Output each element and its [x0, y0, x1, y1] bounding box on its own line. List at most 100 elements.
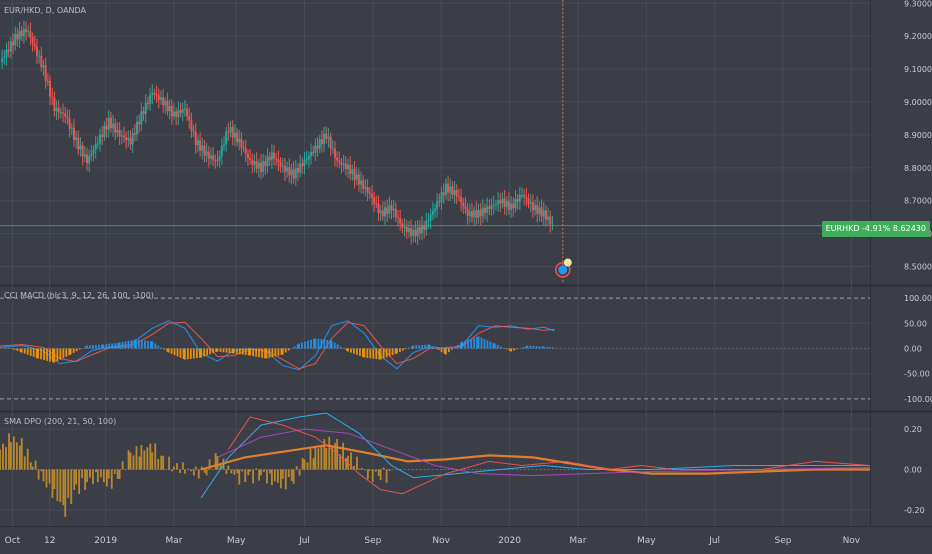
candle-body [279, 162, 282, 167]
dpo_histogram-bar [173, 466, 175, 470]
candle-body [3, 57, 6, 59]
histogram-bar [167, 348, 170, 353]
dpo_histogram-bar [86, 469, 88, 483]
candle-body [127, 138, 130, 140]
dpo_histogram-bar [9, 442, 12, 470]
dpo_histogram-bar [154, 443, 157, 470]
candle-body [462, 202, 465, 207]
dpo_histogram-bar [162, 455, 165, 470]
histogram-bar [29, 348, 32, 356]
candle-body [473, 210, 476, 218]
histogram-bar [412, 345, 415, 349]
candle-body [103, 125, 106, 137]
candle-body [349, 164, 352, 175]
histogram-bar [258, 348, 260, 358]
dpo_histogram-bar [385, 469, 388, 483]
histogram-bar [513, 348, 516, 351]
chart-root[interactable]: Oct 12 2019 Mar May Jul Sep Nov 2020 Mar May Jul Sep… [0, 0, 932, 550]
dpo_histogram-bar [121, 461, 124, 470]
candle-body [366, 187, 369, 193]
event-marker-flag [563, 258, 572, 267]
candle-body [138, 121, 141, 125]
dpo_histogram-bar [238, 469, 241, 485]
candle-body [246, 153, 249, 158]
histogram-bar [473, 337, 476, 349]
dpo_histogram-bar [81, 469, 84, 479]
histogram-bar [489, 341, 492, 349]
histogram-bar [49, 348, 51, 362]
candle-body [407, 228, 410, 232]
candle-body [521, 195, 523, 197]
dpo_histogram-bar [247, 469, 250, 476]
candle-body [512, 203, 515, 209]
dpo_histogram-bar [249, 469, 252, 472]
candle-body [536, 205, 539, 214]
candle-body [373, 197, 376, 204]
candle-body [42, 65, 45, 68]
histogram-bar [111, 343, 114, 349]
candle-body [316, 145, 319, 149]
x-tick-label: Sep [364, 536, 381, 546]
candle-body [166, 101, 169, 112]
dpo_histogram-bar [143, 450, 146, 470]
candle-body [249, 157, 252, 160]
candle-body [549, 216, 552, 224]
candle-body [370, 194, 373, 198]
histogram-bar [138, 339, 140, 349]
candle-body [438, 201, 441, 203]
histogram-bar [95, 344, 97, 349]
candle-body [327, 136, 330, 139]
candle-body [216, 159, 219, 161]
candle-body [360, 180, 363, 185]
dpo_histogram-bar [18, 445, 21, 470]
histogram-bar [206, 348, 209, 356]
dpo_histogram-bar [127, 450, 130, 470]
candle-body [83, 154, 86, 157]
candle-body [199, 140, 202, 151]
histogram-bar [135, 339, 137, 349]
candle-body [136, 121, 139, 135]
histogram-bar [102, 344, 105, 349]
candle-body [525, 196, 528, 199]
y-tick-label: 0.20 [904, 425, 922, 434]
candle-body [149, 95, 152, 104]
candle-body [218, 156, 221, 161]
dpo_histogram-bar [45, 469, 48, 488]
histogram-bar [447, 348, 450, 353]
candle-body [168, 105, 171, 112]
candle-body [333, 148, 336, 158]
histogram-bar [284, 348, 287, 353]
dpo_histogram-bar [157, 459, 160, 470]
dpo_histogram-bar [42, 469, 45, 482]
dpo_histogram-bar [64, 469, 67, 517]
dpo_histogram-bar [135, 446, 138, 470]
candle-body [203, 145, 206, 156]
histogram-bar [431, 346, 434, 349]
candle-body [183, 108, 186, 110]
candle-body [392, 208, 395, 211]
candle-body [286, 167, 289, 172]
chart-canvas[interactable]: Oct 12 2019 Mar May Jul Sep Nov 2020 Mar May Jul Sep… [0, 0, 932, 550]
histogram-bar [4, 346, 7, 349]
dpo_histogram-bar [51, 469, 54, 498]
dpo_histogram-bar [260, 469, 262, 476]
histogram-bar [212, 348, 215, 354]
candle-body [5, 49, 8, 58]
dpo_histogram-bar [306, 462, 309, 470]
histogram-bar [464, 340, 467, 349]
dpo_histogram-bar [317, 448, 320, 470]
candle-body [231, 127, 234, 138]
candle-body [155, 94, 158, 96]
dpo_histogram-bar [116, 469, 119, 479]
candle-body [270, 152, 273, 161]
histogram-bar [477, 336, 480, 349]
histogram-bar [89, 345, 91, 349]
candle-body [118, 130, 121, 137]
x-tick-label: Mar [166, 536, 183, 546]
dpo_histogram-bar [233, 469, 236, 475]
candle-body [534, 205, 537, 211]
histogram-bar [141, 340, 143, 349]
histogram-bar [499, 346, 502, 349]
candle-body [72, 127, 75, 140]
cci-macd-pane-title: CCI MACD (hlc3, 9, 12, 26, 100, -100) [4, 291, 154, 300]
